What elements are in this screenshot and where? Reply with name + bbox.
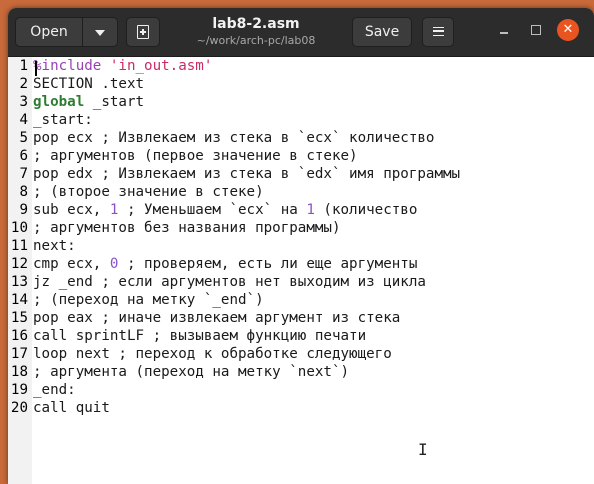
save-button-label: Save (364, 24, 400, 40)
code-line[interactable]: 17 loop next ; переход к обработке следую… (8, 345, 594, 363)
code-line[interactable]: 5 pop ecx ; Извлекаем из стека в `ecx` ко… (8, 129, 594, 147)
code-line[interactable]: 4 _start: (8, 111, 594, 129)
code-view[interactable]: 1 %include 'in_out.asm' 2 SECTION .text 3 glo… (8, 57, 594, 417)
line-number: 6 (19, 148, 28, 164)
minimize-button[interactable] (493, 19, 515, 41)
code-token: call quit (33, 400, 110, 416)
code-token: pop eax ; иначе извлекаем аргумент из ст… (33, 310, 401, 326)
gedit-window: Open lab8-2.asm ~/work/arch-pc/lab08 Sav… (8, 8, 594, 484)
code-token: SECTION .text (33, 76, 145, 92)
new-document-icon (137, 25, 149, 39)
minimize-icon (500, 32, 508, 34)
code-token: _end: (33, 382, 76, 398)
code-token: loop next ; переход к обработке следующе… (33, 346, 392, 362)
line-number: 20 (10, 400, 28, 416)
line-number: 7 (19, 166, 28, 182)
code-token: pop edx ; Извлекаем из стека в `edx` имя… (33, 166, 461, 182)
code-line[interactable]: 2 SECTION .text (8, 75, 594, 93)
main-menu-button[interactable] (422, 17, 454, 47)
code-token: pop ecx ; Извлекаем из стека в `ecx` кол… (33, 130, 435, 146)
line-number: 10 (10, 220, 28, 236)
maximize-icon (531, 25, 541, 35)
code-token: next: (33, 238, 76, 254)
code-token: global (33, 94, 85, 110)
code-token: %include (33, 58, 110, 74)
line-number: 16 (10, 328, 28, 344)
header-bar: Open lab8-2.asm ~/work/arch-pc/lab08 Sav… (8, 8, 594, 57)
line-number: 8 (19, 184, 28, 200)
line-number: 11 (10, 238, 28, 254)
line-number: 17 (10, 346, 28, 362)
line-number: 18 (10, 364, 28, 380)
code-line[interactable]: 19 _end: (8, 381, 594, 399)
code-token: _start: (33, 112, 93, 128)
line-number: 2 (19, 76, 28, 92)
code-line[interactable]: 16 call sprintLF ; вызываем функцию печат… (8, 327, 594, 345)
line-number: 15 (10, 310, 28, 326)
hamburger-menu-icon (433, 27, 444, 36)
line-number: 3 (19, 94, 28, 110)
code-line[interactable]: 10 ; аргументов без названия программы) (8, 219, 594, 237)
code-token: sub ecx, (33, 202, 110, 218)
code-token: ; Уменьшаем `ecx` на (118, 202, 307, 218)
code-line[interactable]: 3 global _start (8, 93, 594, 111)
text-caret (35, 61, 37, 76)
maximize-button[interactable] (525, 19, 547, 41)
code-token: ; аргументов без названия программы) (33, 220, 341, 236)
file-path: ~/work/arch-pc/lab08 (196, 34, 316, 47)
code-token: call sprintLF ; вызываем функцию печати (33, 328, 367, 344)
code-token: 1 (306, 202, 315, 218)
line-number: 12 (10, 256, 28, 272)
code-token: ; проверяем, есть ли еще аргументы (118, 256, 418, 272)
line-number: 13 (10, 274, 28, 290)
line-number: 14 (10, 292, 28, 308)
line-number: 1 (19, 58, 28, 74)
title-block: lab8-2.asm ~/work/arch-pc/lab08 (160, 15, 352, 48)
open-button-label: Open (30, 24, 68, 40)
code-line[interactable]: 8 ; (второе значение в стеке) (8, 183, 594, 201)
code-line[interactable]: 18 ; аргумента (переход на метку `next`) (8, 363, 594, 381)
code-token: ; (переход на метку `_end`) (33, 292, 264, 308)
window-title: lab8-2.asm (212, 16, 300, 32)
code-token: ; аргумента (переход на метку `next`) (33, 364, 350, 380)
save-button[interactable]: Save (352, 17, 412, 47)
code-token: cmp ecx, (33, 256, 110, 272)
code-line[interactable]: 1 %include 'in_out.asm' (8, 57, 594, 76)
code-token: 'in_out.asm' (109, 58, 213, 74)
line-number: 19 (10, 382, 28, 398)
code-line[interactable]: 20 call quit (8, 399, 594, 417)
code-line[interactable]: 7 pop edx ; Извлекаем из стека в `edx` им… (8, 165, 594, 183)
code-line[interactable]: 13 jz _end ; если аргументов нет выходим … (8, 273, 594, 291)
text-editor-area[interactable]: 1 %include 'in_out.asm' 2 SECTION .text 3 glo… (8, 57, 594, 484)
line-number: 5 (19, 130, 28, 146)
code-token: ; (второе значение в стеке) (33, 184, 264, 200)
close-icon: ✕ (562, 22, 574, 37)
code-line[interactable]: 15 pop eax ; иначе извлекаем аргумент из … (8, 309, 594, 327)
code-token: _start (84, 94, 145, 110)
code-line[interactable]: 9 sub ecx, 1 ; Уменьшаем `ecx` на 1 (коли… (8, 201, 594, 219)
code-line[interactable]: 14 ; (переход на метку `_end`) (8, 291, 594, 309)
line-number: 4 (19, 112, 28, 128)
close-button[interactable]: ✕ (557, 19, 579, 41)
code-line[interactable]: 11 next: (8, 237, 594, 255)
open-button[interactable]: Open (15, 17, 83, 47)
code-token: jz _end ; если аргументов нет выходим из… (33, 274, 426, 290)
code-token: (количество (314, 202, 418, 218)
chevron-down-icon (95, 30, 105, 36)
code-line[interactable]: 12 cmp ecx, 0 ; проверяем, есть ли еще ар… (8, 255, 594, 273)
text-cursor-icon: I (418, 440, 428, 459)
code-line[interactable]: 6 ; аргументов (первое значение в стеке) (8, 147, 594, 165)
new-document-button[interactable] (126, 17, 160, 47)
code-token: ; аргументов (первое значение в стеке) (33, 148, 358, 164)
open-dropdown-button[interactable] (82, 17, 118, 47)
line-number: 9 (19, 202, 28, 218)
